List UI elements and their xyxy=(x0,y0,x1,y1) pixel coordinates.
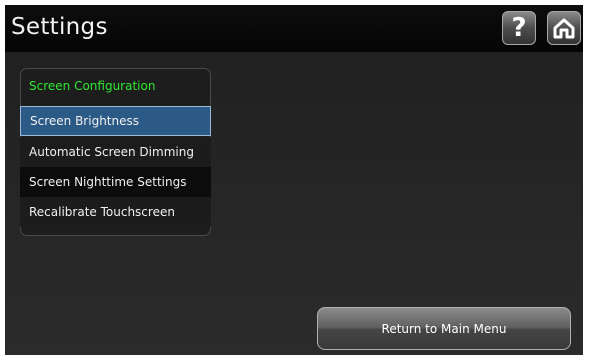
home-icon xyxy=(553,18,575,39)
return-to-main-menu-button[interactable]: Return to Main Menu xyxy=(317,307,571,350)
home-button[interactable] xyxy=(547,11,581,45)
settings-screen: Settings ? Screen Configuration Screen B… xyxy=(5,5,583,355)
menu-item-screen-brightness[interactable]: Screen Brightness xyxy=(20,106,211,136)
page-title: Settings xyxy=(11,14,108,40)
menu-item-automatic-screen-dimming[interactable]: Automatic Screen Dimming xyxy=(20,137,211,167)
panel-heading: Screen Configuration xyxy=(29,79,156,93)
menu-item-screen-nighttime-settings[interactable]: Screen Nighttime Settings xyxy=(20,167,211,197)
help-button[interactable]: ? xyxy=(502,11,536,45)
question-mark-icon: ? xyxy=(511,13,527,43)
title-bar: Settings ? xyxy=(5,5,583,52)
menu-item-recalibrate-touchscreen[interactable]: Recalibrate Touchscreen xyxy=(20,197,211,227)
screen-configuration-panel: Screen Configuration Screen Brightness A… xyxy=(20,68,211,236)
